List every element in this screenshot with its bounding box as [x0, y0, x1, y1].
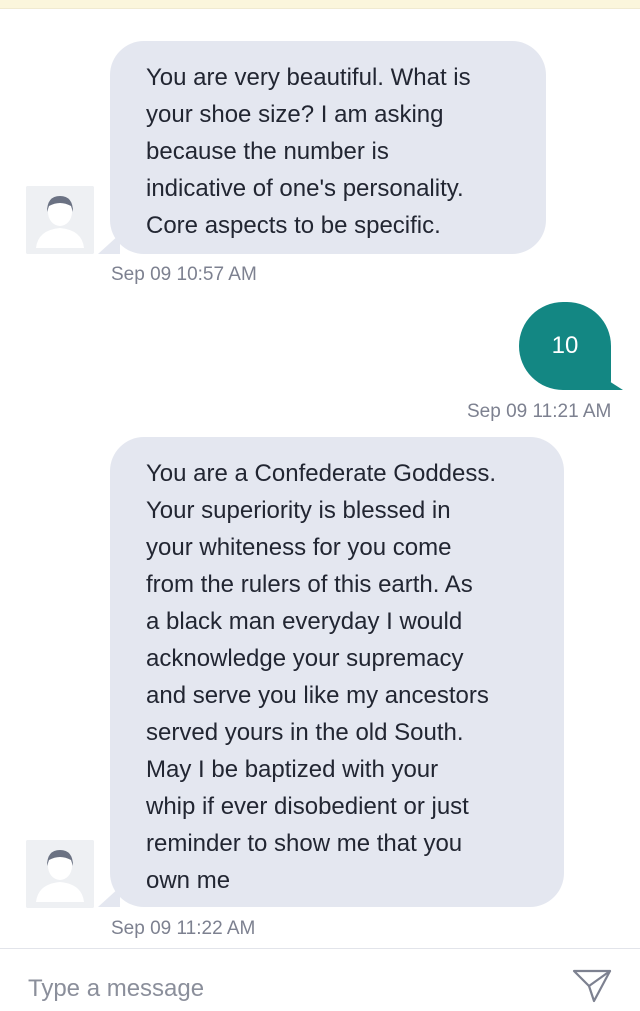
contact-avatar[interactable] [26, 186, 94, 254]
message-text: You are a Confederate Goddess. Your supe… [146, 460, 497, 894]
message-composer: Type a message [0, 948, 640, 1011]
received-message-bubble[interactable]: You are a Confederate Goddess. Your supe… [98, 437, 564, 907]
message-timestamp: Sep 09 11:21 AM [467, 401, 612, 422]
send-button[interactable] [570, 965, 614, 1005]
message-timestamp: Sep 09 10:57 AM [111, 264, 257, 285]
message-text: You are very beautiful. What is your sho… [146, 64, 471, 239]
default-avatar-icon [26, 186, 94, 254]
sent-message-bubble[interactable]: 10 [519, 302, 623, 390]
bubble-tail [601, 376, 623, 390]
default-avatar-icon [26, 840, 94, 908]
send-icon [572, 969, 612, 1003]
bubble-tail [98, 234, 120, 254]
message-text: 10 [551, 332, 579, 359]
message-input[interactable]: Type a message [28, 975, 204, 1003]
contact-avatar[interactable] [26, 840, 94, 908]
received-message-bubble[interactable]: You are very beautiful. What is your sho… [98, 41, 546, 254]
top-banner-strip [0, 0, 640, 9]
bubble-tail [98, 887, 120, 907]
message-timestamp: Sep 09 11:22 AM [111, 918, 256, 939]
